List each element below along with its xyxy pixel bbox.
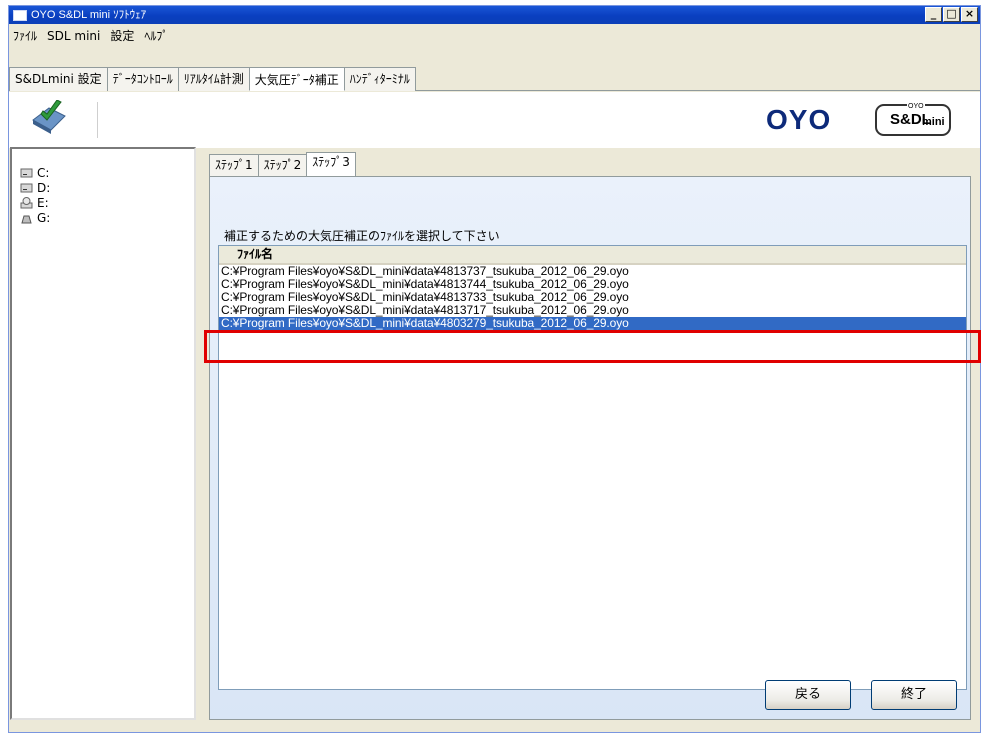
- tab-handy-terminal[interactable]: ﾊﾝﾃﾞｨﾀｰﾐﾅﾙ: [343, 67, 416, 91]
- menu-file[interactable]: ﾌｧｲﾙ: [9, 27, 43, 44]
- drive-list: C: D: E: G:: [10, 147, 196, 720]
- sdl-logo-top: OYO: [907, 103, 925, 110]
- checkmark-tool-icon[interactable]: [29, 100, 69, 136]
- maximize-button[interactable]: □: [943, 7, 960, 22]
- back-button[interactable]: 戻る: [765, 680, 851, 710]
- title-bar[interactable]: OYO S&DL mini ｿﾌﾄｳｪｱ _ □ ×: [9, 6, 980, 24]
- file-row-selected[interactable]: C:¥Program Files¥oyo¥S&DL_mini¥data¥4803…: [219, 317, 966, 330]
- step-tab-bar: ｽﾃｯﾌﾟ1 ｽﾃｯﾌﾟ2 ｽﾃｯﾌﾟ3: [209, 152, 356, 177]
- app-tab-bar: S&DLmini 設定 ﾃﾞｰﾀｺﾝﾄﾛｰﾙ ﾘｱﾙﾀｲﾑ計測 大気圧ﾃﾞｰﾀ補…: [9, 66, 980, 91]
- main-panel: ｽﾃｯﾌﾟ1 ｽﾃｯﾌﾟ2 ｽﾃｯﾌﾟ3 補正するための大気圧補正のﾌｧｲﾙを選…: [205, 148, 971, 722]
- app-icon: [13, 10, 27, 21]
- tab-step-2[interactable]: ｽﾃｯﾌﾟ2: [257, 154, 308, 176]
- tab-step-1[interactable]: ｽﾃｯﾌﾟ1: [209, 154, 259, 176]
- menu-settings[interactable]: 設定: [106, 27, 140, 44]
- tab-barometric-correction[interactable]: 大気圧ﾃﾞｰﾀ補正: [248, 67, 345, 91]
- tab-step-3[interactable]: ｽﾃｯﾌﾟ3: [306, 152, 356, 177]
- drive-label: C:: [37, 165, 50, 180]
- minimize-button[interactable]: _: [925, 7, 942, 22]
- window-title: OYO S&DL mini ｿﾌﾄｳｪｱ: [31, 9, 147, 21]
- file-name-column-header[interactable]: ﾌｧｲﾙ名: [219, 246, 966, 265]
- removable-drive-icon: [21, 215, 32, 223]
- toolbar: OYO OYO S&DL mini: [9, 92, 980, 148]
- tab-realtime-measurement[interactable]: ﾘｱﾙﾀｲﾑ計測: [177, 67, 250, 91]
- hard-drive-icon: [20, 168, 33, 177]
- tab-data-control[interactable]: ﾃﾞｰﾀｺﾝﾄﾛｰﾙ: [106, 67, 179, 91]
- drive-item[interactable]: C:: [12, 165, 194, 180]
- oyo-logo: OYO: [766, 104, 832, 135]
- close-button[interactable]: ×: [961, 7, 978, 22]
- menu-sdl-mini[interactable]: SDL mini: [43, 29, 106, 43]
- toolbar-separator: [97, 102, 98, 138]
- hard-drive-icon: [20, 183, 33, 192]
- sdl-logo-sub: mini: [922, 116, 945, 128]
- sdl-mini-logo: OYO S&DL mini: [875, 103, 951, 136]
- drive-item[interactable]: E:: [12, 195, 194, 210]
- cd-drive-icon: [20, 196, 33, 208]
- drive-label: D:: [37, 180, 51, 195]
- drive-label: G:: [37, 210, 51, 225]
- menu-help[interactable]: ﾍﾙﾌﾟ: [140, 27, 174, 44]
- file-list[interactable]: ﾌｧｲﾙ名 C:¥Program Files¥oyo¥S&DL_mini¥dat…: [218, 245, 967, 690]
- exit-button[interactable]: 終了: [871, 680, 957, 710]
- drive-label: E:: [37, 195, 49, 210]
- step-3-content: 補正するための大気圧補正のﾌｧｲﾙを選択して下さい ﾌｧｲﾙ名 C:¥Progr…: [209, 176, 971, 720]
- drive-item[interactable]: D:: [12, 180, 194, 195]
- drive-item[interactable]: G:: [12, 210, 194, 225]
- instruction-text: 補正するための大気圧補正のﾌｧｲﾙを選択して下さい: [224, 229, 500, 243]
- tab-sdlmini-settings[interactable]: S&DLmini 設定: [9, 67, 108, 91]
- menu-bar: ﾌｧｲﾙ SDL mini 設定 ﾍﾙﾌﾟ: [9, 25, 980, 46]
